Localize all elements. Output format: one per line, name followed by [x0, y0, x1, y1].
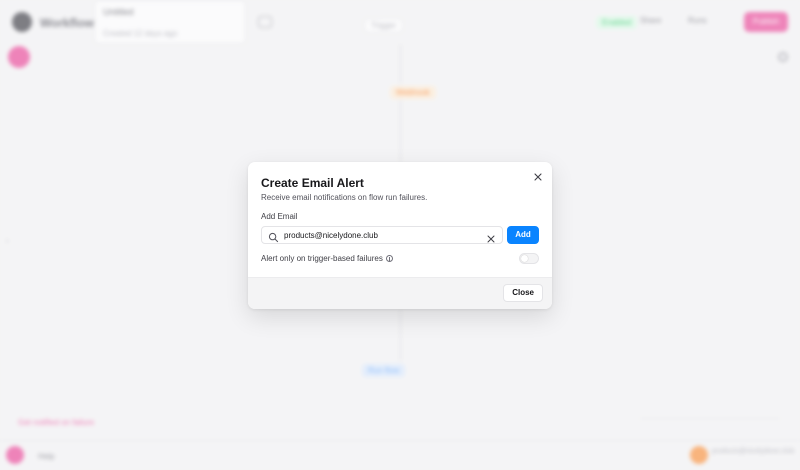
create-email-alert-dialog: Create Email Alert Receive email notific…: [248, 162, 552, 309]
close-button[interactable]: Close: [503, 284, 543, 302]
email-field-label: Add Email: [261, 212, 298, 221]
email-input-value[interactable]: products@nicelydone.club: [284, 231, 378, 240]
dialog-title: Create Email Alert: [261, 176, 364, 190]
toggle-label-text: Alert only on trigger-based failures: [261, 254, 383, 263]
add-email-button[interactable]: Add: [507, 226, 539, 244]
dialog-footer: Close: [248, 277, 552, 309]
toggle-knob: [521, 255, 528, 262]
trigger-failure-toggle-label: Alert only on trigger-based failures: [261, 254, 393, 263]
dialog-description: Receive email notifications on flow run …: [261, 193, 428, 202]
info-icon[interactable]: [385, 255, 393, 262]
email-field[interactable]: products@nicelydone.club: [261, 226, 503, 244]
search-icon: [268, 230, 279, 248]
close-icon[interactable]: [532, 170, 544, 182]
trigger-failure-toggle[interactable]: [519, 253, 539, 264]
clear-icon[interactable]: [486, 231, 496, 249]
